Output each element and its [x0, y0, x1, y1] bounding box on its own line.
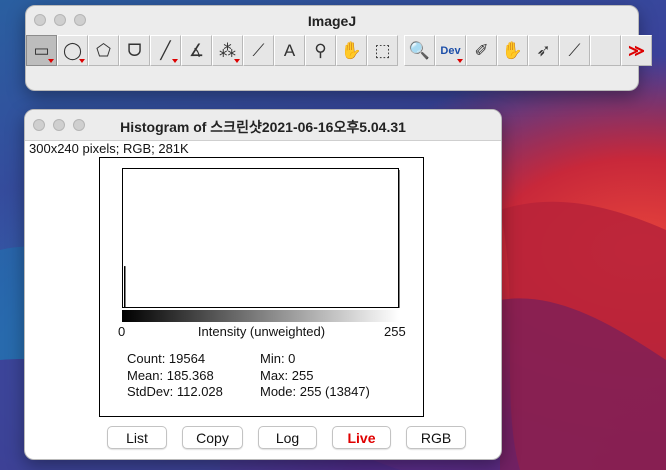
- multipoint-icon: ⁂: [219, 40, 236, 60]
- tool-bar: ▭ ◯ ⬠ ᗜ ╱ ∡ ⁂ ⟋ A ⚲ ✋ ⬚ 🔍 Dev ✐ ✋ ➶ ⟋ ≫: [26, 35, 652, 66]
- wand-tool[interactable]: ⟋: [243, 35, 274, 66]
- copy-button[interactable]: Copy: [182, 426, 243, 449]
- submenu-indicator-icon: [234, 59, 240, 63]
- histogram-plot: [122, 168, 400, 308]
- magnifier-tool[interactable]: ⚲: [305, 35, 336, 66]
- angle-draw-icon: ⟋: [568, 40, 581, 60]
- more-tools[interactable]: ≫: [621, 35, 652, 66]
- hand-tool[interactable]: ✋: [336, 35, 367, 66]
- axis-max-label: 255: [384, 324, 406, 339]
- oval-selection-icon: ◯: [62, 40, 83, 60]
- text-tool[interactable]: A: [274, 35, 305, 66]
- flood-fill-tool[interactable]: ✋: [497, 35, 528, 66]
- submenu-indicator-icon: [172, 59, 178, 63]
- blank-tool[interactable]: [590, 35, 621, 66]
- stat-stddev: StdDev: 112.028: [127, 384, 223, 399]
- histogram-chart: [124, 170, 400, 308]
- submenu-indicator-icon: [48, 59, 54, 63]
- histogram-bar: [398, 170, 400, 308]
- color-picker-icon: ⬚: [374, 40, 391, 60]
- brush-icon: ✐: [474, 40, 489, 60]
- submenu-indicator-icon: [457, 59, 463, 63]
- image-info: 300x240 pixels; RGB; 281K: [29, 141, 189, 156]
- histogram-panel: 0 Intensity (unweighted) 255 Count: 1956…: [99, 157, 424, 417]
- rectangle-selection-icon: ▭: [33, 40, 50, 60]
- log-button[interactable]: Log: [258, 426, 317, 449]
- stat-count: Count: 19564: [127, 351, 206, 366]
- stats-column-right: Min: 0 Max: 255 Mode: 255 (13847): [260, 351, 370, 401]
- color-picker-tool[interactable]: ⬚: [367, 35, 398, 66]
- angle-tool-2[interactable]: ⟋: [559, 35, 590, 66]
- rgb-button[interactable]: RGB: [406, 426, 466, 449]
- angle-icon: ∡: [188, 40, 205, 60]
- window-title: Histogram of 스크린샷2021-06-16오후5.04.31: [120, 119, 406, 135]
- rectangle-tool[interactable]: ▭: [26, 35, 57, 66]
- submenu-indicator-icon: [79, 59, 85, 63]
- freehand-tool[interactable]: ᗜ: [119, 35, 150, 66]
- brush-tool[interactable]: ✐: [466, 35, 497, 66]
- stat-mean: Mean: 185.368: [127, 367, 214, 383]
- zoom-icon: 🔍: [408, 40, 431, 60]
- stats-column-left: Count: 19564 Mean: 185.368 StdDev: 112.0…: [127, 351, 223, 401]
- text-icon: A: [283, 40, 296, 60]
- live-button[interactable]: Live: [332, 426, 391, 449]
- angle-tool[interactable]: ∡: [181, 35, 212, 66]
- point-tool[interactable]: ⁂: [212, 35, 243, 66]
- scroll-hand-icon: ✋: [340, 40, 363, 60]
- imagej-toolbar-window: ImageJ ▭ ◯ ⬠ ᗜ ╱ ∡ ⁂ ⟋ A ⚲ ✋ ⬚ 🔍 Dev ✐ ✋ ➶ ⟋ ≫: [25, 5, 652, 91]
- stat-max: Max: 255: [260, 367, 314, 383]
- histogram-titlebar[interactable]: Histogram of 스크린샷2021-06-16오후5.04.31: [25, 110, 501, 141]
- imagej-titlebar[interactable]: ImageJ: [26, 6, 638, 35]
- zoom-tool[interactable]: 🔍: [404, 35, 435, 66]
- histogram-window: Histogram of 스크린샷2021-06-16오후5.04.31 300…: [24, 109, 502, 460]
- polygon-selection-icon: ⬠: [96, 40, 111, 60]
- freehand-selection-icon: ᗜ: [127, 40, 142, 60]
- more-tools-chevron-icon: ≫: [628, 42, 645, 60]
- wand-icon: ⟋: [252, 40, 265, 60]
- histogram-buttons: List Copy Log Live RGB: [107, 426, 466, 449]
- histogram-bar: [124, 266, 126, 308]
- stat-mode: Mode: 255 (13847): [260, 384, 370, 399]
- straight-line-icon: ╱: [160, 40, 171, 60]
- oval-tool[interactable]: ◯: [57, 35, 88, 66]
- intensity-gradient-bar: [122, 310, 399, 322]
- magnifier-icon: ⚲: [314, 40, 327, 60]
- line-tool[interactable]: ╱: [150, 35, 181, 66]
- stat-min: Min: 0: [260, 351, 296, 366]
- flood-fill-icon: ✋: [501, 40, 524, 60]
- arrow-icon: ➶: [536, 40, 551, 60]
- developer-menu-icon: Dev: [440, 44, 461, 57]
- window-title: ImageJ: [307, 13, 357, 29]
- list-button[interactable]: List: [107, 426, 167, 449]
- polygon-tool[interactable]: ⬠: [88, 35, 119, 66]
- developer-menu-tool[interactable]: Dev: [435, 35, 466, 66]
- axis-title: Intensity (unweighted): [197, 324, 326, 339]
- arrow-tool[interactable]: ➶: [528, 35, 559, 66]
